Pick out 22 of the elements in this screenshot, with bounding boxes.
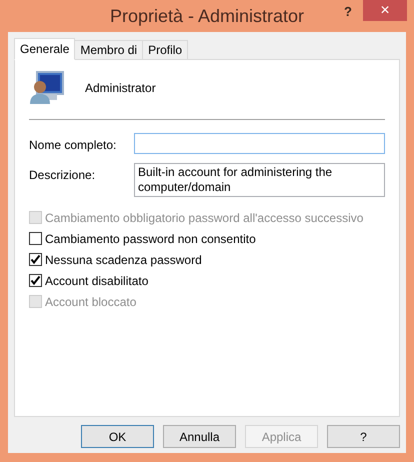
- text-field[interactable]: Built-in account for administering the computer/domain: [134, 163, 385, 197]
- account-name: Administrator: [85, 80, 156, 97]
- checkbox-label: Account disabilitato: [45, 272, 148, 290]
- dialog-button[interactable]: Annulla: [163, 425, 236, 448]
- dialog-button[interactable]: ?: [327, 425, 400, 448]
- field-label: Descrizione:: [29, 167, 96, 184]
- checkbox[interactable]: [29, 232, 42, 245]
- checkbox-label: Cambiamento obbligatorio password all'accesso successivo: [45, 210, 364, 226]
- checkbox-label: Account bloccato: [45, 294, 136, 310]
- close-button[interactable]: ×: [363, 0, 407, 21]
- tab[interactable]: Generale: [14, 38, 76, 60]
- checkbox[interactable]: [29, 253, 42, 266]
- tab[interactable]: Profilo: [142, 40, 188, 59]
- checkbox[interactable]: [29, 274, 42, 287]
- text-field[interactable]: [134, 133, 385, 154]
- help-button[interactable]: ?: [336, 2, 360, 20]
- checkbox-label: Nessuna scadenza password: [45, 252, 202, 268]
- field-label: Nome completo:: [29, 137, 118, 154]
- checkbox-label: Cambiamento password non consentito: [45, 230, 256, 248]
- dialog-button[interactable]: OK: [81, 425, 154, 448]
- window-title: Proprietà - Administrator: [110, 4, 304, 28]
- user-computer-icon: [29, 70, 65, 106]
